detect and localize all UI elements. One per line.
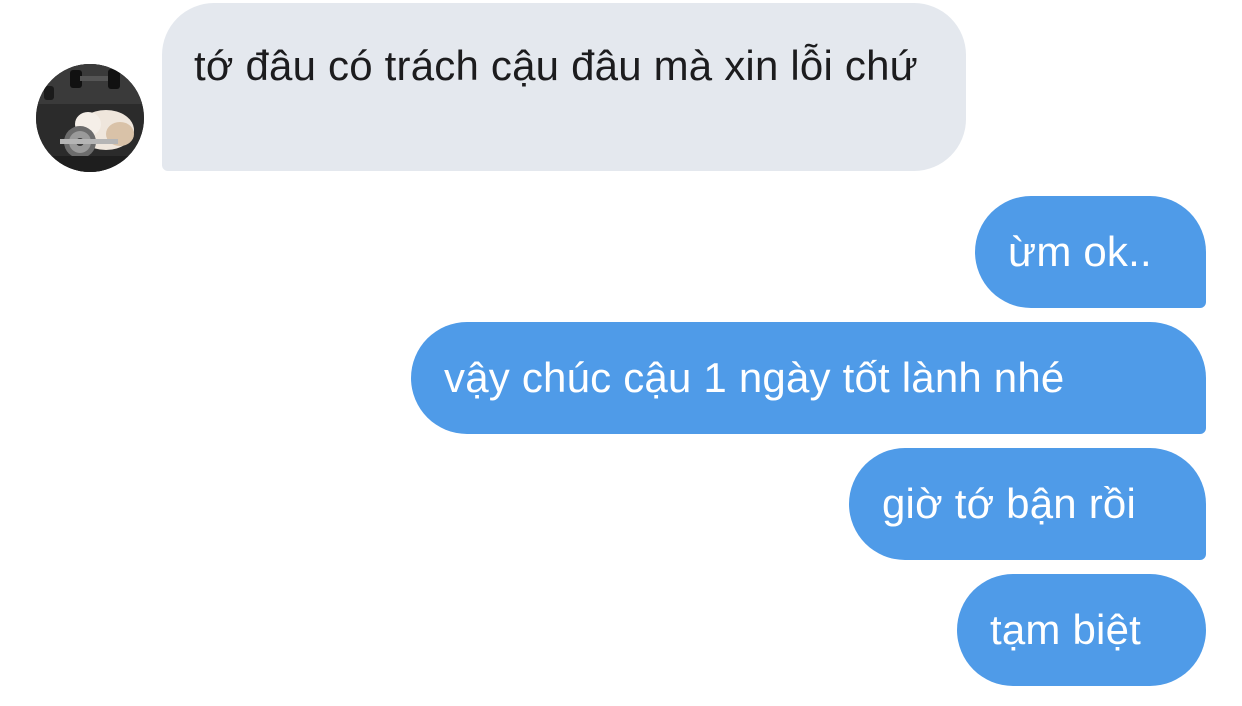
outgoing-message-bubble[interactable]: vậy chúc cậu 1 ngày tốt lành nhé [411, 322, 1206, 434]
outgoing-message-bubble[interactable]: ừm ok.. [975, 196, 1206, 308]
incoming-message-text: tớ đâu có trách cậu đâu mà xin lỗi chứ [194, 42, 918, 89]
outgoing-message-text: giờ tớ bận rồi [882, 480, 1137, 527]
incoming-message-bubble[interactable]: tớ đâu có trách cậu đâu mà xin lỗi chứ [162, 3, 966, 171]
outgoing-message-text: vậy chúc cậu 1 ngày tốt lành nhé [444, 354, 1065, 401]
kitten-with-dumbbell-avatar-icon [36, 64, 144, 172]
outgoing-message-text: tạm biệt [990, 606, 1141, 653]
outgoing-message-bubble[interactable]: giờ tớ bận rồi [849, 448, 1206, 560]
outgoing-message-text: ừm ok.. [1008, 228, 1152, 275]
outgoing-message-bubble[interactable]: tạm biệt [957, 574, 1206, 686]
contact-avatar[interactable] [36, 64, 144, 172]
